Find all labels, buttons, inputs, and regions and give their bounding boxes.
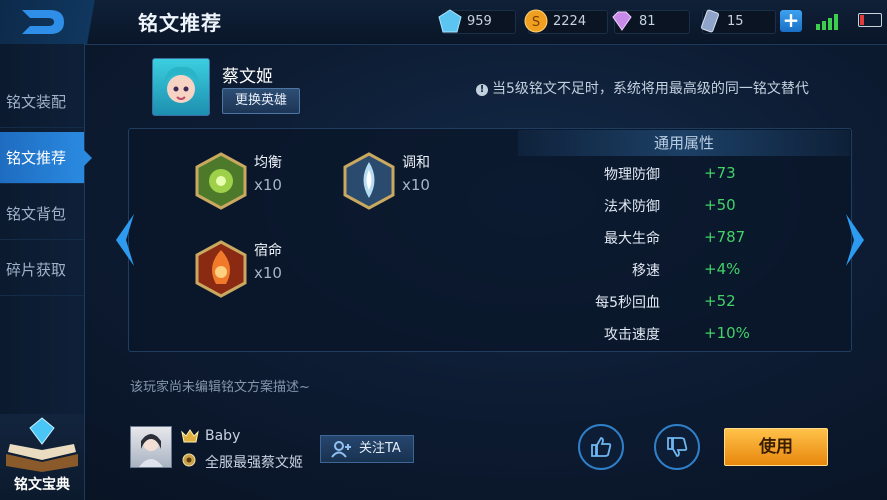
rune-fate-icon: [195, 240, 247, 298]
diamond-value: 959: [467, 14, 492, 29]
recharge-plus-button[interactable]: +: [780, 10, 802, 32]
hero-avatar: [152, 58, 210, 116]
rune-harmony-icon: [343, 152, 395, 210]
attribute-row: 物理防御 +73: [518, 158, 850, 190]
attribute-name: 移速: [632, 263, 660, 279]
hero-name: 蔡文姬: [222, 67, 273, 87]
title-badge-icon: [182, 453, 196, 467]
rune-harmony[interactable]: 调和 x10: [342, 152, 430, 214]
diamond-counter: 959: [438, 9, 516, 34]
diamond-icon: [438, 9, 462, 33]
rune-count: x10: [254, 176, 282, 194]
page-title: 铭文推荐: [138, 11, 222, 35]
follow-button[interactable]: 关注TA: [320, 435, 414, 463]
follow-label: 关注TA: [359, 441, 401, 456]
attribute-value: +73: [704, 164, 736, 182]
attribute-name: 法术防御: [604, 199, 660, 215]
attribute-name: 物理防御: [604, 167, 660, 183]
like-button[interactable]: [578, 424, 624, 470]
ticket-value: 15: [727, 14, 744, 29]
sidebar-item-fragments[interactable]: 碎片获取: [0, 244, 84, 296]
add-user-icon: [331, 441, 351, 458]
use-button[interactable]: 使用: [724, 428, 828, 466]
rune-balance[interactable]: 均衡 x10: [194, 152, 282, 214]
notice-text: 当5级铭文不足时，系统将用最高级的同一铭文替代: [492, 81, 809, 97]
gold-value: 2224: [553, 14, 587, 29]
swap-hero-button[interactable]: 更换英雄: [222, 88, 300, 114]
rune-count: x10: [402, 176, 430, 194]
back-button[interactable]: [0, 0, 110, 44]
rune-fate[interactable]: 宿命 x10: [194, 240, 282, 302]
notice: ! 当5级铭文不足时，系统将用最高级的同一铭文替代: [476, 78, 809, 98]
attribute-value: +10%: [704, 324, 750, 342]
prev-arrow-icon[interactable]: [112, 212, 136, 268]
sidebar-item-rune-equip[interactable]: 铭文装配: [0, 76, 84, 128]
gem-value: 81: [639, 14, 656, 29]
attribute-name: 每5秒回血: [595, 295, 660, 311]
book-icon: [6, 417, 78, 472]
top-bar: 铭文推荐 959 S 2224 81 15 +: [0, 0, 887, 45]
info-icon: !: [476, 84, 488, 96]
attribute-name: 攻击速度: [604, 327, 660, 343]
attribute-value: +50: [704, 196, 736, 214]
attribute-value: +787: [704, 228, 746, 246]
hero-portrait-icon: [163, 66, 199, 103]
sidebar-item-rune-recommend[interactable]: 铭文推荐: [0, 132, 92, 184]
attribute-row: 攻击速度 +10%: [518, 318, 850, 350]
dislike-button[interactable]: [654, 424, 700, 470]
signal-icon: [816, 14, 838, 30]
rank-badge-icon: [181, 429, 199, 443]
rune-name: 调和: [402, 155, 430, 171]
ticket-counter: 15: [701, 9, 776, 34]
attribute-name: 最大生命: [604, 231, 660, 247]
attribute-row: 最大生命 +787: [518, 222, 850, 254]
rune-name: 均衡: [254, 155, 282, 171]
next-arrow-icon[interactable]: [844, 212, 868, 268]
thumbs-down-icon: [667, 437, 688, 457]
rune-count: x10: [254, 264, 282, 282]
rune-name: 宿命: [254, 243, 282, 259]
gem-icon: [612, 11, 632, 31]
gem-counter: 81: [612, 10, 690, 34]
rune-codex-label: 铭文宝典: [14, 477, 70, 493]
sidebar-item-rune-bag[interactable]: 铭文背包: [0, 188, 84, 240]
gold-coin-icon: S: [524, 9, 548, 33]
author-name: Baby: [205, 428, 241, 444]
avatar-portrait-icon: [139, 434, 163, 467]
attribute-row: 移速 +4%: [518, 254, 850, 286]
gold-counter: S 2224: [524, 9, 608, 34]
attribute-value: +52: [704, 292, 736, 310]
attribute-value: +4%: [704, 260, 741, 278]
attribute-row: 每5秒回血 +52: [518, 286, 850, 318]
plan-description: 该玩家尚未编辑铭文方案描述~: [130, 380, 310, 395]
author-avatar[interactable]: [130, 426, 172, 468]
rune-balance-icon: [195, 152, 247, 210]
ticket-icon: [701, 9, 719, 33]
back-icon: [22, 10, 64, 34]
thumbs-up-icon: [591, 437, 612, 457]
battery-icon: [858, 13, 882, 27]
attributes-header: 通用属性: [518, 130, 850, 156]
author-title: 全服最强蔡文姬: [205, 455, 303, 471]
attribute-row: 法术防御 +50: [518, 190, 850, 222]
svg-text:S: S: [532, 15, 540, 30]
